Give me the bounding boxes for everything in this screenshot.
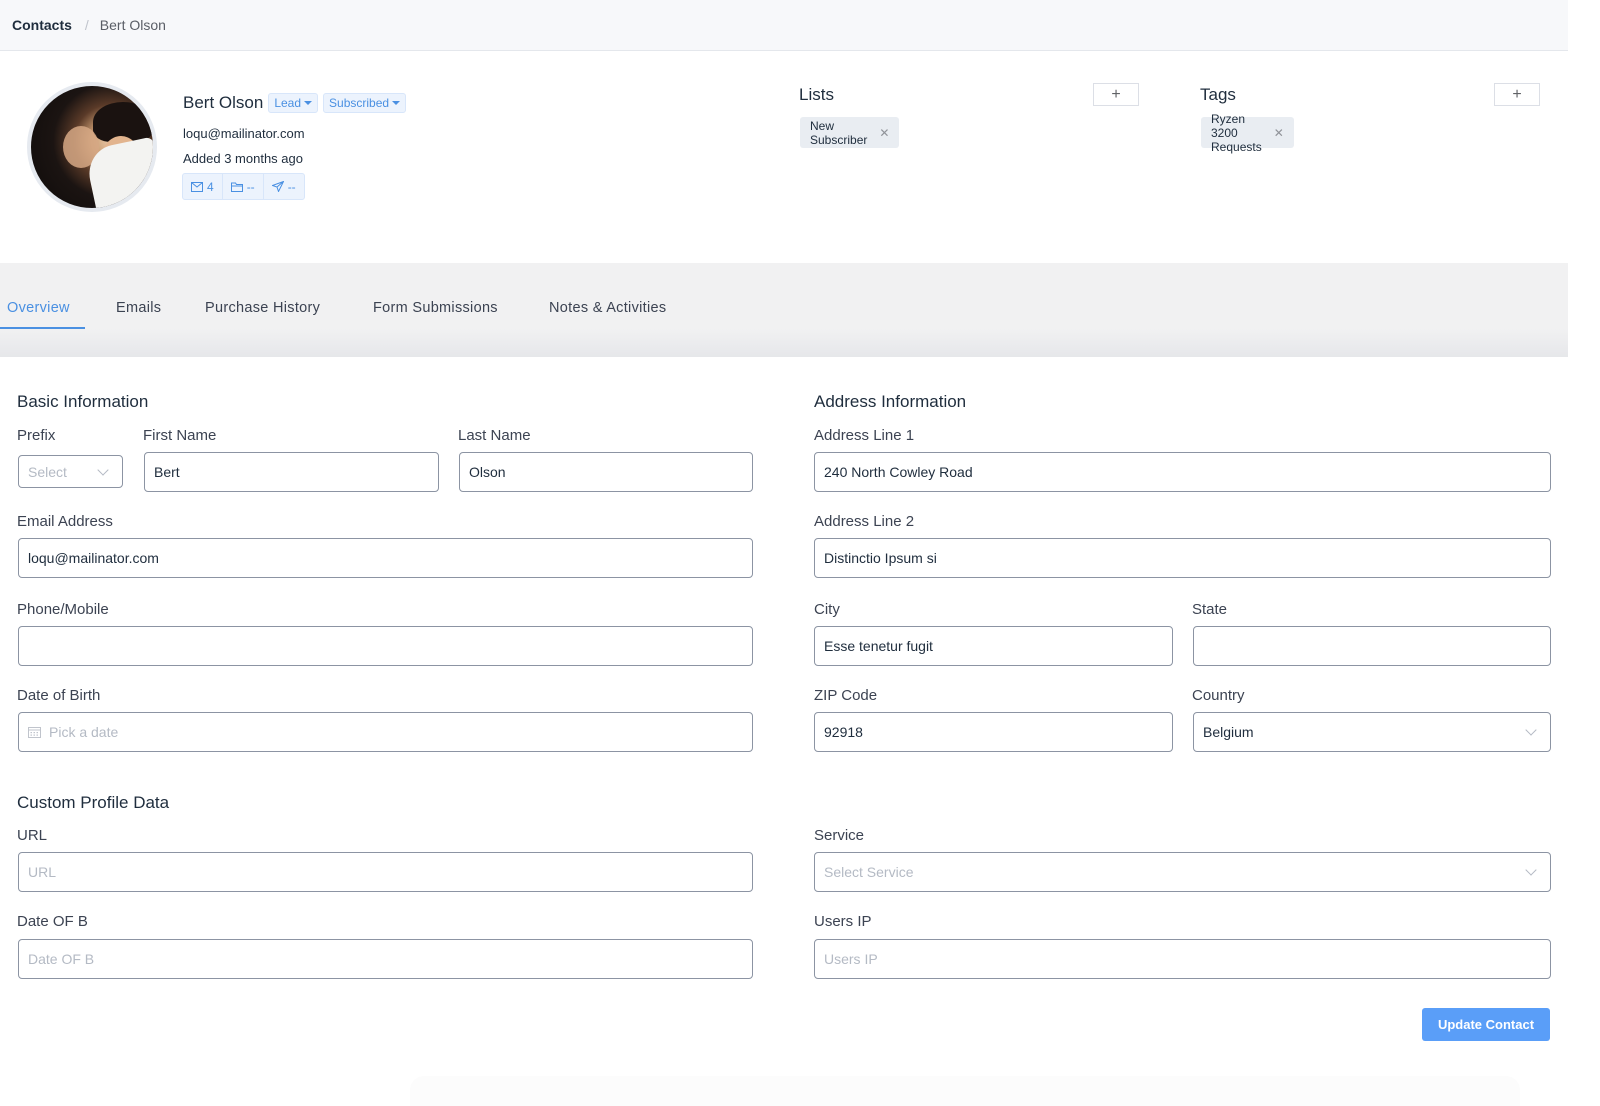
stat-folders[interactable]: -- — [223, 174, 264, 199]
status-dropdown-label: Lead — [274, 96, 302, 110]
mail-icon — [191, 181, 203, 192]
address-line2-input[interactable]: Distinctio Ipsum si — [814, 538, 1551, 578]
country-select-value: Belgium — [1203, 724, 1254, 740]
phone-input[interactable] — [18, 626, 753, 666]
dob-label: Date of Birth — [17, 687, 101, 704]
tab-form-submissions[interactable]: Form Submissions — [373, 300, 498, 330]
list-chip-label: New Subscriber — [810, 118, 868, 147]
calendar-icon — [28, 727, 41, 738]
tag-chip-label: Ryzen 3200 Requests — [1211, 111, 1262, 154]
subscription-dropdown-label: Subscribed — [329, 96, 390, 110]
stat-sends[interactable]: -- — [264, 174, 304, 199]
breadcrumb-separator: / — [84, 17, 89, 33]
profile-name-row: Bert Olson Lead Subscribed — [183, 93, 411, 113]
caret-down-icon — [392, 101, 401, 105]
breadcrumb-current: Bert Olson — [99, 17, 166, 33]
dob-placeholder: Pick a date — [49, 724, 119, 740]
last-name-label: Last Name — [458, 427, 531, 444]
url-input[interactable]: URL — [18, 852, 753, 892]
country-select[interactable]: Belgium — [1193, 712, 1551, 752]
service-label: Service — [814, 827, 865, 844]
status-dropdown[interactable]: Lead — [268, 93, 319, 113]
users-ip-input[interactable]: Users IP — [814, 939, 1551, 979]
last-name-input[interactable]: Olson — [459, 452, 753, 492]
tags-title: Tags — [1200, 85, 1236, 104]
contact-added-date: Added 3 months ago — [183, 151, 303, 166]
custom-data-title: Custom Profile Data — [17, 793, 170, 812]
state-label: State — [1192, 601, 1228, 618]
stat-emails-value: 4 — [207, 179, 214, 194]
active-tab-indicator — [0, 327, 85, 329]
lists-title: Lists — [799, 85, 834, 104]
users-ip-label: Users IP — [814, 913, 872, 930]
chevron-down-icon — [1525, 864, 1537, 876]
list-chip: New Subscriber ✕ — [800, 117, 900, 148]
contact-email: loqu@mailinator.com — [183, 126, 305, 141]
tag-chip: Ryzen 3200 Requests ✕ — [1201, 112, 1294, 154]
tab-notes-activities[interactable]: Notes & Activities — [549, 300, 666, 330]
url-label: URL — [17, 827, 48, 844]
stat-sends-value: -- — [287, 179, 296, 194]
date-of-b-label: Date OF B — [17, 913, 88, 930]
email-label: Email Address — [17, 513, 113, 530]
close-icon[interactable]: ✕ — [879, 126, 889, 140]
folder-icon — [230, 182, 243, 192]
first-name-label: First Name — [143, 427, 217, 444]
country-label: Country — [1192, 687, 1245, 704]
footer-panel-edge — [410, 1076, 1520, 1106]
email-input[interactable]: loqu@mailinator.com — [18, 538, 753, 578]
city-label: City — [814, 601, 840, 618]
zip-input[interactable]: 92918 — [814, 712, 1173, 752]
state-input[interactable] — [1193, 626, 1551, 666]
chevron-down-icon — [97, 463, 109, 476]
caret-down-icon — [304, 101, 313, 105]
zip-label: ZIP Code — [814, 687, 878, 704]
subscription-dropdown[interactable]: Subscribed — [323, 93, 407, 113]
dob-date-picker[interactable]: Pick a date — [18, 712, 753, 752]
add-tag-button[interactable]: + — [1494, 83, 1540, 106]
address-line2-label: Address Line 2 — [814, 513, 915, 530]
profile-header: Bert Olson Lead Subscribed loqu@mailinat… — [0, 51, 1568, 263]
service-select-placeholder: Select Service — [824, 864, 914, 880]
add-list-button[interactable]: + — [1093, 83, 1139, 106]
prefix-select-placeholder: Select — [28, 463, 67, 480]
breadcrumb-contacts-link[interactable]: Contacts — [12, 17, 72, 33]
contact-stats: 4 -- -- — [182, 173, 305, 200]
address-info-title: Address Information — [814, 392, 967, 411]
close-icon[interactable]: ✕ — [1274, 126, 1284, 140]
basic-info-title: Basic Information — [17, 392, 149, 411]
service-select[interactable]: Select Service — [814, 852, 1551, 892]
date-of-b-input[interactable]: Date OF B — [18, 939, 753, 979]
city-input[interactable]: Esse tenetur fugit — [814, 626, 1173, 666]
breadcrumb: Contacts / Bert Olson — [0, 0, 1568, 51]
tab-bar: Overview Emails Purchase History Form Su… — [0, 263, 1568, 357]
stat-emails[interactable]: 4 — [183, 174, 223, 199]
contact-profile-page: Contacts / Bert Olson Bert Olson Lead Su… — [0, 0, 1568, 1106]
address-line1-input[interactable]: 240 North Cowley Road — [814, 452, 1551, 492]
chevron-down-icon — [1525, 724, 1537, 736]
prefix-label: Prefix — [17, 427, 56, 444]
stat-folders-value: -- — [246, 179, 255, 194]
tab-purchase-history[interactable]: Purchase History — [205, 300, 320, 330]
send-icon — [271, 181, 284, 192]
tab-overview[interactable]: Overview — [7, 300, 70, 330]
tab-emails[interactable]: Emails — [116, 300, 161, 330]
first-name-input[interactable]: Bert — [144, 452, 439, 492]
update-contact-button[interactable]: Update Contact — [1422, 1008, 1550, 1041]
prefix-select[interactable]: Select — [18, 455, 123, 488]
contact-name: Bert Olson — [183, 93, 264, 112]
address-line1-label: Address Line 1 — [814, 427, 915, 444]
phone-label: Phone/Mobile — [17, 601, 109, 618]
avatar — [27, 82, 157, 212]
